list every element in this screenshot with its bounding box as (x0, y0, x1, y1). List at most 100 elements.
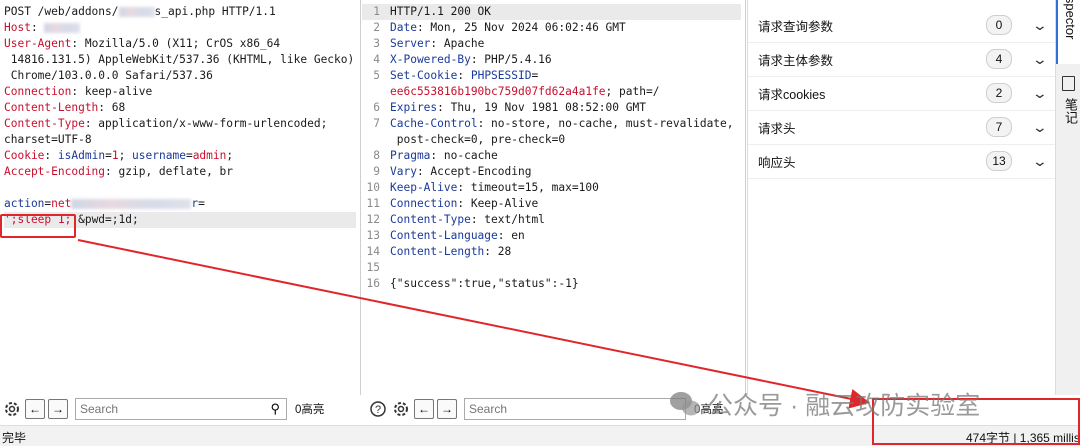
response-line-text: Vary: Accept-Encoding (390, 164, 531, 180)
request-line: Host: (4, 20, 356, 36)
inspector-row-label: 请求主体参数 (758, 53, 834, 68)
response-line-text: Content-Type: text/html (390, 212, 545, 228)
code-token: 1 (111, 149, 119, 162)
code-token: : Accept-Encoding (416, 165, 532, 178)
request-text[interactable]: POST /web/addons/s_api.php HTTP/1.1 Host:… (4, 4, 356, 228)
code-token: : PHP/5.4.16 (470, 53, 552, 66)
code-token: ee6c553816b190bc759d07fd62a4a1fe (390, 85, 606, 98)
response-search[interactable] (464, 398, 686, 420)
line-number: 9 (373, 165, 380, 178)
code-token: &pwd= (78, 213, 112, 226)
inspector-row-label: 请求查询参数 (758, 19, 834, 34)
code-token: Expires (390, 101, 438, 114)
response-line-text: X-Powered-By: PHP/5.4.16 (390, 52, 552, 68)
code-token: : gzip, deflate, br (105, 165, 234, 178)
line-number: 15 (366, 261, 380, 274)
code-token: Connection (390, 197, 458, 210)
response-line-text: Cache-Control: no-store, no-cache, must-… (390, 116, 734, 132)
code-token: Content-Length (4, 101, 99, 114)
code-token: net (51, 197, 72, 210)
chevron-down-icon[interactable]: ⌄ (1032, 51, 1048, 68)
response-viewer[interactable]: 1 HTTP/1.1 200 OK 2 Date: Mon, 25 Nov 2024 … (362, 0, 746, 395)
inspector-row[interactable]: 请求头 7 ⌄ (748, 110, 1056, 145)
response-line: 7 Cache-Control: no-store, no-cache, must… (362, 116, 741, 132)
response-search-input[interactable] (465, 399, 661, 419)
code-token: Date (390, 21, 417, 34)
response-line: 3 Server: Apache (362, 36, 741, 52)
settings-gear-icon[interactable] (2, 399, 22, 419)
code-token: Pragma (390, 149, 431, 162)
chevron-down-icon[interactable]: ⌄ (1032, 119, 1048, 136)
inspector-row[interactable]: 请求cookies 2 ⌄ (748, 76, 1056, 111)
next-match-button[interactable]: → (48, 399, 68, 419)
response-line-text: Expires: Thu, 19 Nov 1981 08:52:00 GMT (390, 100, 646, 116)
response-line: 4 X-Powered-By: PHP/5.4.16 (362, 52, 741, 68)
line-number: 8 (373, 149, 380, 162)
chevron-down-icon[interactable]: ⌄ (1032, 85, 1048, 102)
request-search-input[interactable] (76, 399, 262, 419)
code-token: : no-cache (430, 149, 498, 162)
code-token: PHPSESSID (470, 69, 532, 82)
request-search[interactable]: ⚲ (75, 398, 287, 420)
code-token: POST /web/addons/ (4, 5, 119, 18)
response-line: 10 Keep-Alive: timeout=15, max=100 (362, 180, 741, 196)
code-token: : (457, 69, 471, 82)
inspector-row-label: 响应头 (758, 155, 796, 170)
line-number: 13 (366, 229, 380, 242)
response-line-text: ee6c553816b190bc759d07fd62a4a1fe; path=/ (390, 84, 659, 100)
search-icon: ⚲ (270, 401, 280, 416)
code-token: : no-store, no-cache, must-revalidate, (477, 117, 734, 130)
chevron-down-icon[interactable]: ⌄ (1032, 17, 1048, 34)
side-tab-bar: Inspector 笔记 (1055, 0, 1080, 395)
chevron-down-icon[interactable]: ⌄ (1032, 153, 1048, 170)
code-token: : (44, 149, 58, 162)
code-token: isAdmin (57, 149, 106, 162)
watermark: 公众号 · 融云攻防实验室 (668, 386, 980, 422)
inspector-row[interactable]: 请求主体参数 4 ⌄ (748, 42, 1056, 77)
request-line: 14816.131.5) AppleWebKit/537.36 (KHTML, … (4, 52, 356, 68)
request-line: POST /web/addons/s_api.php HTTP/1.1 (4, 4, 356, 20)
request-line: User-Agent: Mozilla/5.0 (X11; CrOS x86_6… (4, 36, 356, 52)
inspector-row-count: 4 (986, 49, 1012, 69)
response-line-text: Content-Language: en (390, 228, 525, 244)
response-line: 15 (362, 260, 741, 276)
prev-match-button[interactable]: ← (25, 399, 45, 419)
tab-inspector[interactable]: Inspector (1056, 0, 1080, 64)
inspector-row-count: 7 (986, 117, 1012, 137)
response-line: 2 Date: Mon, 25 Nov 2024 06:02:46 GMT (362, 20, 741, 36)
code-token: admin (192, 149, 227, 162)
code-token: : Apache (430, 37, 485, 50)
inspector-row[interactable]: 请求查询参数 0 ⌄ (748, 8, 1056, 43)
line-number: 12 (366, 213, 380, 226)
code-token: : Thu, 19 Nov 1981 08:52:00 GMT (437, 101, 646, 114)
response-line: post-check=0, pre-check=0 (362, 132, 741, 148)
next-match-button[interactable]: → (437, 399, 457, 419)
request-line: Chrome/103.0.0.0 Safari/537.36 (4, 68, 356, 84)
prev-match-button[interactable]: ← (414, 399, 434, 419)
settings-gear-icon[interactable] (391, 399, 411, 419)
code-token: ; (118, 149, 133, 162)
inspector-row-label: 请求cookies (758, 87, 826, 102)
request-editor[interactable]: POST /web/addons/s_api.php HTTP/1.1 Host:… (0, 0, 361, 395)
inspector-row-count: 0 (986, 15, 1012, 35)
line-number: 1 (373, 5, 380, 18)
request-line: Cookie: isAdmin=1; username=admin; (4, 148, 356, 164)
inspector-row[interactable]: 响应头 13 ⌄ (748, 144, 1056, 179)
code-token: : Mozilla/5.0 (X11; CrOS x86_64 (71, 37, 281, 50)
code-token: Keep-Alive (390, 181, 458, 194)
line-number: 10 (366, 181, 380, 194)
notes-icon (1062, 76, 1075, 91)
line-number: 16 (366, 277, 380, 290)
request-toolbar: ← → ⚲ 0高亮 (2, 397, 324, 421)
response-text[interactable]: 1 HTTP/1.1 200 OK 2 Date: Mon, 25 Nov 2024 … (362, 4, 741, 292)
line-number: 4 (373, 53, 380, 66)
code-token: X-Powered-By (390, 53, 471, 66)
code-token: Connection (4, 85, 72, 98)
code-token: : timeout=15, max=100 (457, 181, 599, 194)
code-token: Set-Cookie (390, 69, 458, 82)
tab-notes[interactable]: 笔记 (1061, 98, 1080, 124)
help-icon[interactable]: ? (368, 399, 388, 419)
code-token: : Mon, 25 Nov 2024 06:02:46 GMT (416, 21, 626, 34)
code-token: HTTP/1.1 200 OK (390, 5, 492, 18)
request-line (4, 180, 356, 196)
